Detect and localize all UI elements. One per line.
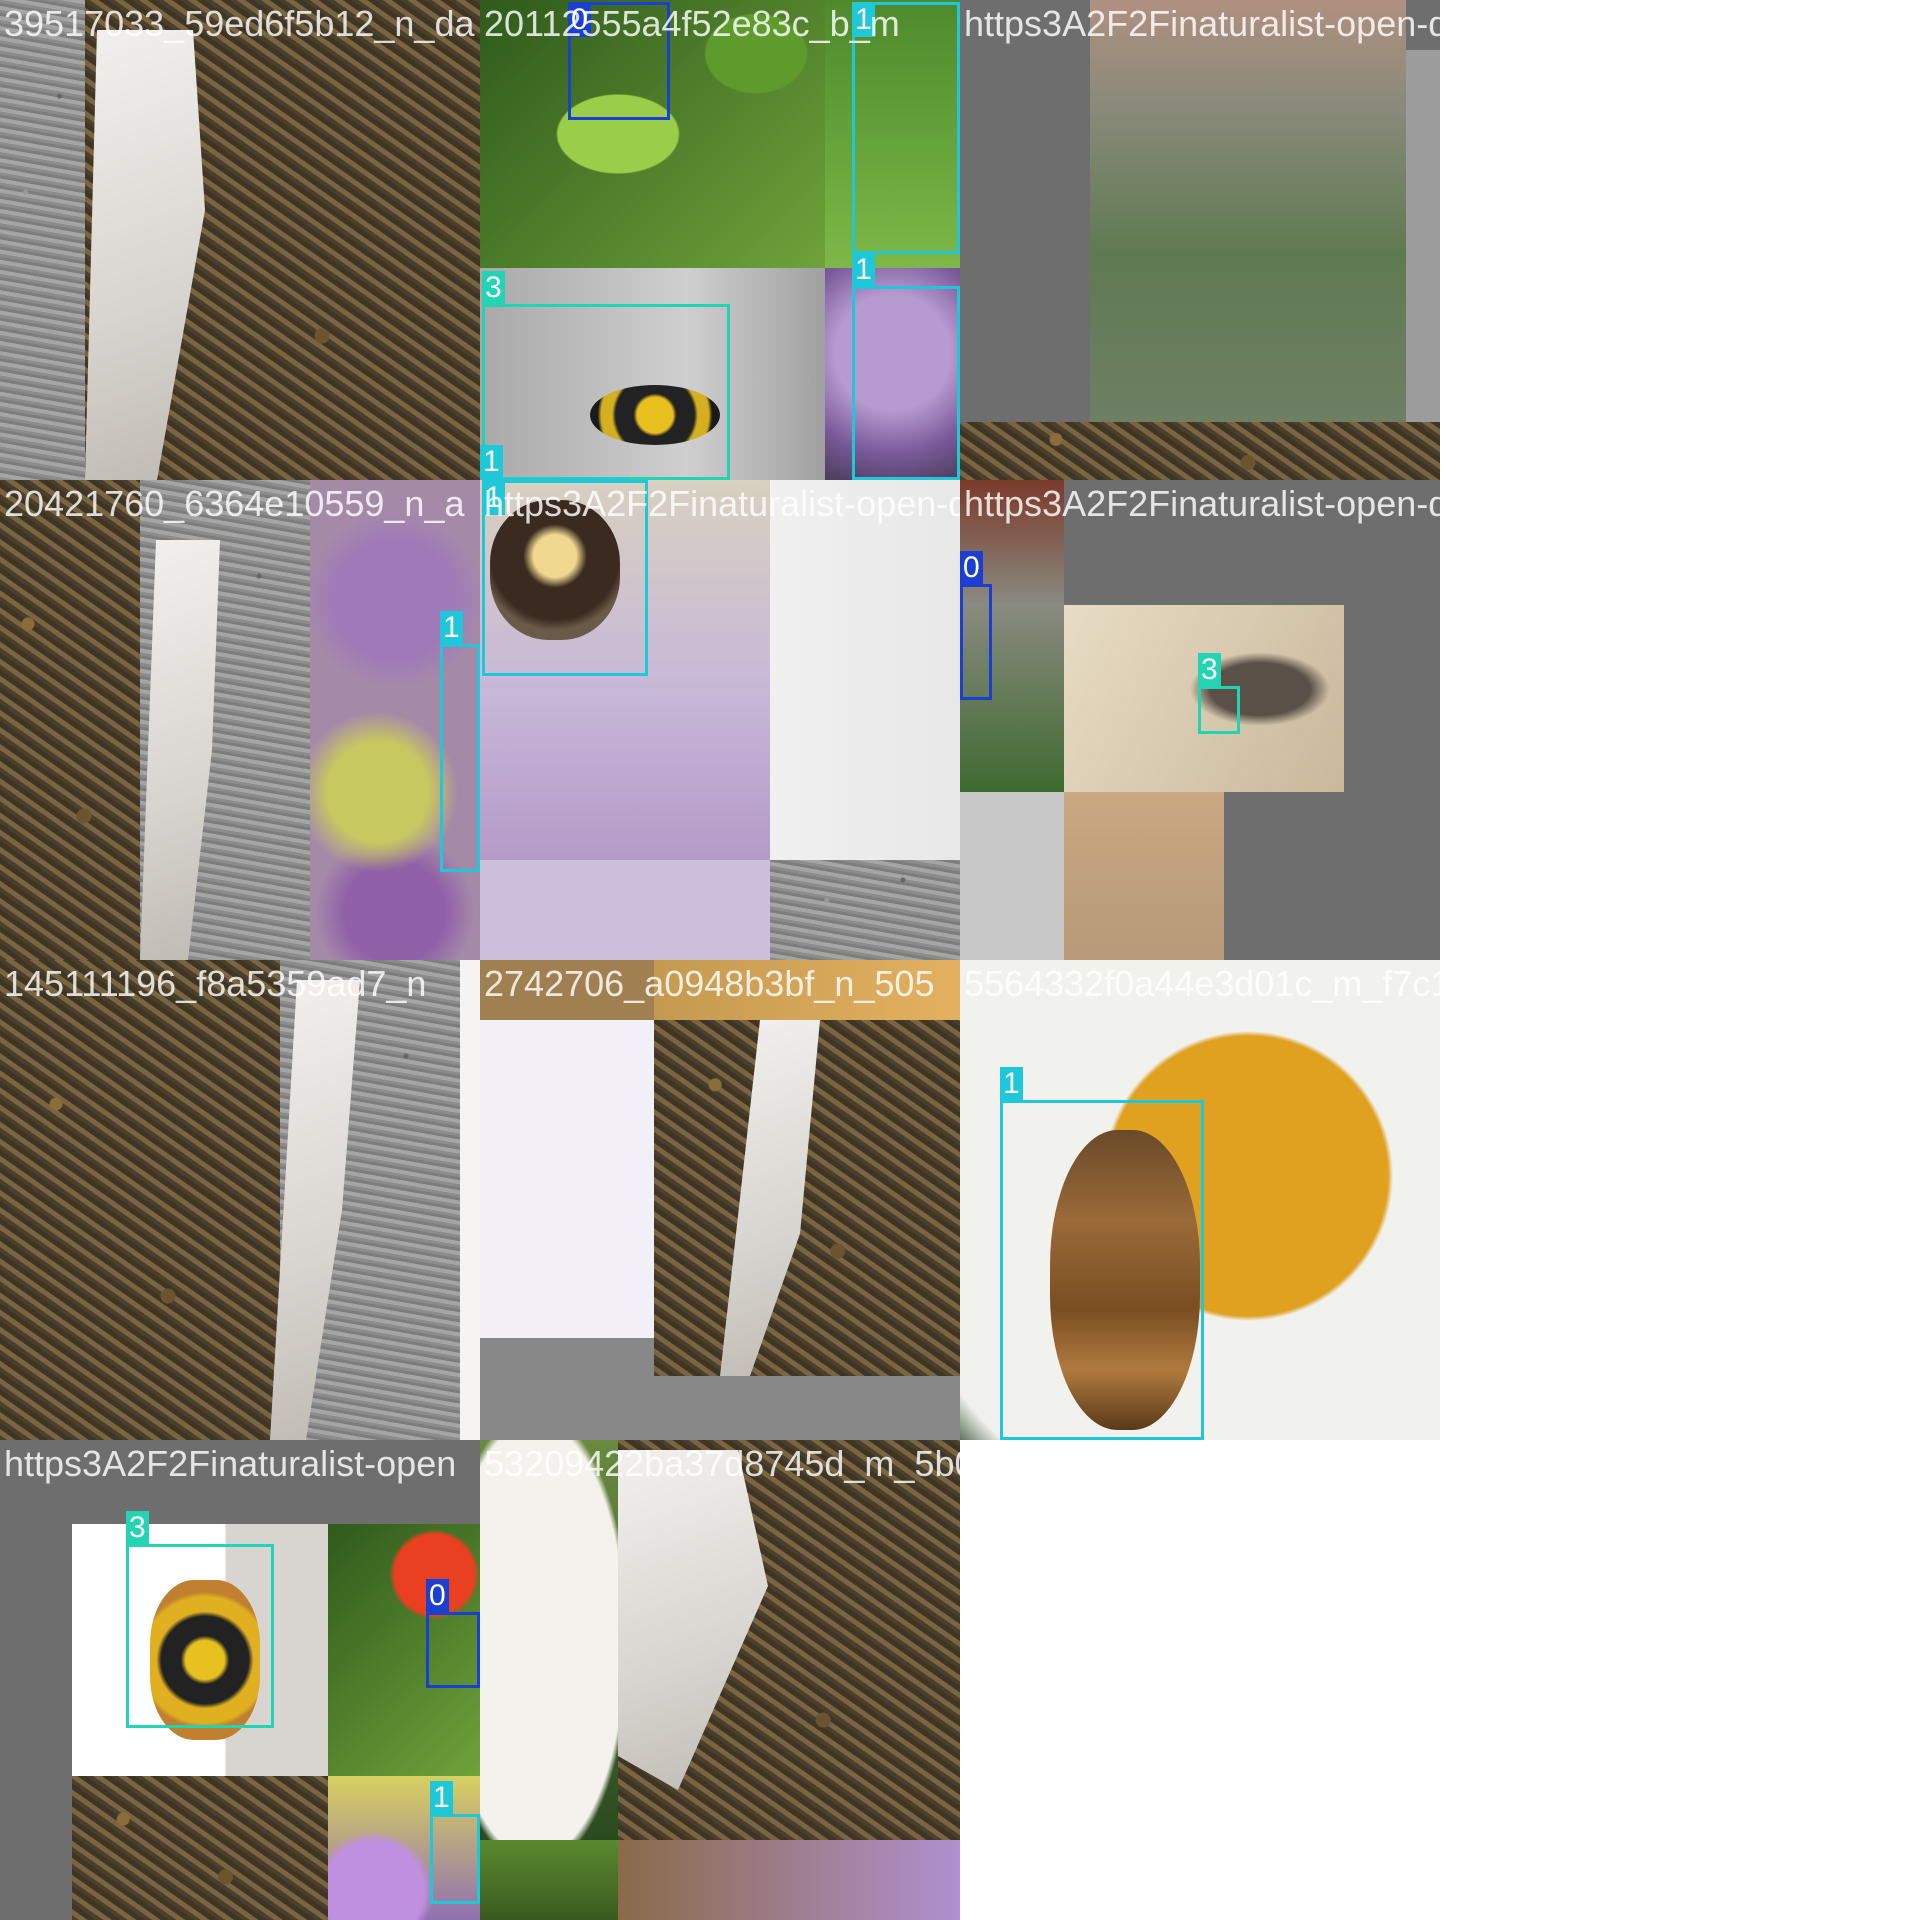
detection-label: 3	[482, 271, 505, 305]
tile-title: https3A2F2Finaturalist-open	[4, 1443, 457, 1484]
tile-image	[770, 860, 960, 960]
detection-label: 0	[960, 551, 983, 585]
tile-image	[770, 480, 960, 860]
tile-image	[0, 480, 140, 960]
tile-image	[480, 1440, 618, 1840]
detection-label: 3	[126, 1511, 149, 1545]
detection-box: 0	[960, 551, 992, 700]
detection-box: 0	[426, 1579, 480, 1688]
mosaic-tile: 145111196_f8a5359ad7_n	[0, 960, 480, 1440]
detection-label: 3	[1198, 653, 1221, 687]
detection-label: 1	[1000, 1067, 1023, 1101]
mosaic-tile: 39517033_59ed6f5b12_n_da	[0, 0, 480, 480]
tile-image	[960, 422, 1440, 480]
tile-title: https3A2F2Finaturalist-open-data-s3-amaz	[964, 483, 1440, 524]
mosaic-tile: 1 https3A2F2Finaturalist-open-data-s3-am…	[480, 480, 960, 960]
tile-title: 145111196_f8a5359ad7_n	[4, 963, 427, 1004]
tile-image	[960, 792, 1064, 960]
detection-box: 1	[440, 611, 480, 872]
mosaic-tile: https3A2F2Finaturalist-open-data-s3-amaz	[960, 0, 1440, 480]
detection-label: 1	[852, 253, 875, 287]
mosaic-tile: 1 20421760_6364e10559_n_a	[0, 480, 480, 960]
tile-title: https3A2F2Finaturalist-open-data-s3-amaz	[964, 3, 1440, 44]
tile-title: 5564332f0a44e3d01c_m_f7c1d5eb-2fda-4e1c	[964, 963, 1440, 1004]
tile-title: 39517033_59ed6f5b12_n_da	[4, 3, 475, 44]
detection-label: 0	[426, 1579, 449, 1613]
tile-image	[0, 0, 85, 480]
tile-image	[72, 1776, 328, 1920]
detection-box: 3	[1198, 653, 1240, 734]
tile-image	[618, 1840, 960, 1920]
detection-label: 1	[430, 1781, 453, 1815]
tile-image	[460, 960, 480, 1440]
tile-image	[1090, 0, 1406, 422]
mosaic-tile: 3 0 1 https3A2F2Finaturalist-open	[0, 1440, 480, 1920]
detection-box: 3	[482, 271, 730, 480]
tile-title: https3A2F2Finaturalist-open-data-s3-amaz	[484, 483, 960, 524]
tile-title: 53209422ba37d8745d_m_5b09fbf8-862f-40dd	[484, 1443, 960, 1484]
detection-label: 1	[440, 611, 463, 645]
detection-box: 1	[852, 253, 960, 480]
detection-box: 1	[1000, 1067, 1204, 1440]
tile-image	[0, 960, 280, 1440]
tile-title: 2742706_a0948b3bf_n_505	[484, 963, 935, 1004]
tile-image	[1064, 792, 1224, 960]
tile-image	[480, 960, 654, 1338]
mosaic-tile: 1 5564332f0a44e3d01c_m_f7c1d5eb-2fda-4e1…	[960, 960, 1440, 1440]
mosaic-tile: 0 3 https3A2F2Finaturalist-open-data-s3-…	[960, 480, 1440, 960]
mosaic-tile: 2742706_a0948b3bf_n_505	[480, 960, 960, 1440]
detection-label: 1	[480, 445, 503, 479]
mosaic-tile: 0 1 3 1 1 20112555a4f52e83c_b_m	[480, 0, 960, 480]
tile-image	[480, 1840, 618, 1920]
tile-title: 20421760_6364e10559_n_a	[4, 483, 465, 524]
tile-title: 20112555a4f52e83c_b_m	[484, 3, 900, 44]
tile-image	[1406, 50, 1440, 422]
detection-box: 3	[126, 1511, 274, 1728]
detection-box: 1	[430, 1781, 480, 1904]
mosaic-tile: 53209422ba37d8745d_m_5b09fbf8-862f-40dd	[480, 1440, 960, 1920]
tile-image	[480, 860, 770, 960]
